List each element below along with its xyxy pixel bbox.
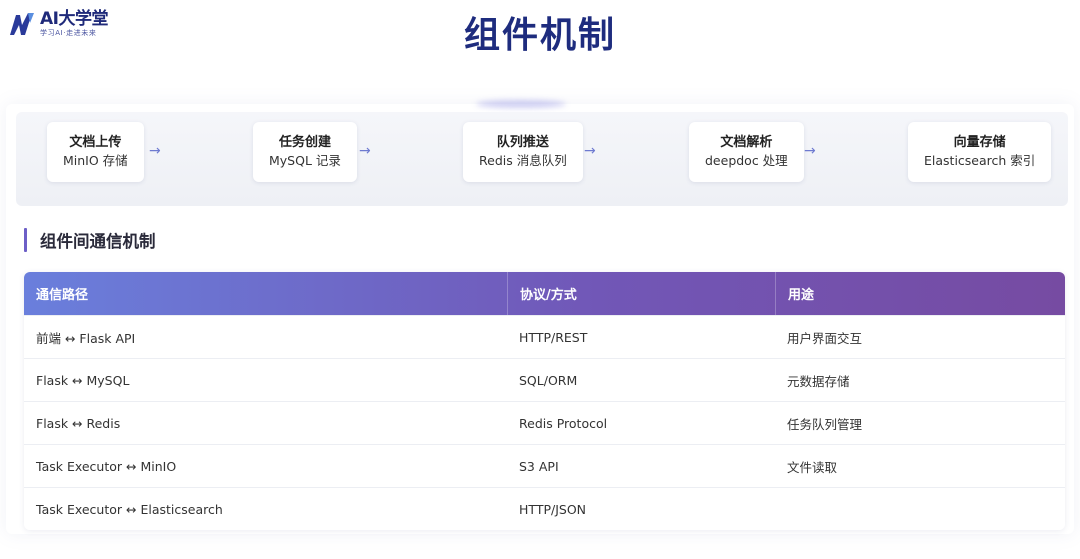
table-row: Task Executor ↔ Elasticsearch HTTP/JSON — [24, 487, 1065, 530]
content-panel: 文档上传 MinIO 存储 → 任务创建 MySQL 记录 → 队列推送 Red… — [6, 100, 1074, 534]
cell-purpose: 任务队列管理 — [787, 416, 863, 432]
flow-step-desc: Redis 消息队列 — [479, 153, 567, 168]
flow-step-title: 任务创建 — [278, 135, 331, 150]
flow-step-title: 文档解析 — [720, 135, 773, 150]
column-header-protocol: 协议/方式 — [507, 272, 775, 315]
cell-protocol: SQL/ORM — [519, 372, 578, 388]
flow-step-task: 任务创建 MySQL 记录 — [253, 122, 357, 182]
arrow-right-icon: → — [804, 143, 816, 159]
page: AI大学堂 学习AI·走进未来 组件机制 文档上传 MinIO 存储 → 任务创… — [0, 0, 1080, 559]
page-title: 组件机制 — [463, 15, 616, 56]
table-row: 前端 ↔ Flask API HTTP/REST 用户界面交互 — [24, 315, 1065, 358]
cell-purpose — [775, 488, 1065, 530]
cell-purpose: 元数据存储 — [787, 373, 850, 389]
column-header-purpose: 用途 — [775, 272, 1065, 315]
cell-purpose: 文件读取 — [787, 459, 838, 475]
cell-protocol: HTTP/JSON — [519, 501, 587, 517]
table-row: Task Executor ↔ MinIO S3 API 文件读取 — [24, 444, 1065, 487]
table-row: Flask ↔ Redis Redis Protocol 任务队列管理 — [24, 401, 1065, 444]
column-header-path: 通信路径 — [36, 288, 89, 303]
cell-protocol: S3 API — [519, 458, 559, 474]
cell-path: Flask ↔ Redis — [36, 415, 121, 431]
cell-purpose: 用户界面交互 — [787, 330, 863, 346]
cell-path: 前端 ↔ Flask API — [36, 330, 136, 346]
flow-step-desc: MySQL 记录 — [269, 153, 341, 168]
section-accent-bar — [24, 228, 27, 252]
section-heading: 组件间通信机制 — [24, 228, 156, 252]
flow-step-desc: deepdoc 处理 — [705, 153, 788, 168]
flow-step-vector: 向量存储 Elasticsearch 索引 — [908, 122, 1052, 182]
table-row: Flask ↔ MySQL SQL/ORM 元数据存储 — [24, 358, 1065, 401]
flow-step-desc: MinIO 存储 — [63, 153, 128, 168]
panel-glow — [476, 100, 566, 108]
cell-path: Task Executor ↔ Elasticsearch — [36, 501, 223, 517]
flow-step-desc: Elasticsearch 索引 — [924, 153, 1036, 168]
cell-protocol: Redis Protocol — [519, 415, 608, 431]
flow-step-upload: 文档上传 MinIO 存储 — [47, 122, 144, 182]
section-title: 组件间通信机制 — [40, 232, 156, 251]
cell-protocol: HTTP/REST — [519, 329, 588, 345]
arrow-right-icon: → — [584, 143, 596, 159]
flow-step-queue: 队列推送 Redis 消息队列 — [463, 122, 583, 182]
process-flow: 文档上传 MinIO 存储 → 任务创建 MySQL 记录 → 队列推送 Red… — [16, 112, 1068, 206]
communication-table: 通信路径 协议/方式 用途 前端 ↔ Flask API HTTP/REST 用… — [24, 272, 1065, 530]
flow-step-title: 队列推送 — [496, 135, 549, 150]
flow-step-parse: 文档解析 deepdoc 处理 — [689, 122, 804, 182]
table-header: 通信路径 协议/方式 用途 — [24, 272, 1065, 315]
arrow-right-icon: → — [359, 143, 371, 159]
flow-step-title: 向量存储 — [953, 135, 1006, 150]
arrow-right-icon: → — [149, 143, 161, 159]
cell-path: Flask ↔ MySQL — [36, 372, 130, 388]
cell-path: Task Executor ↔ MinIO — [36, 458, 177, 474]
flow-step-title: 文档上传 — [69, 135, 122, 150]
